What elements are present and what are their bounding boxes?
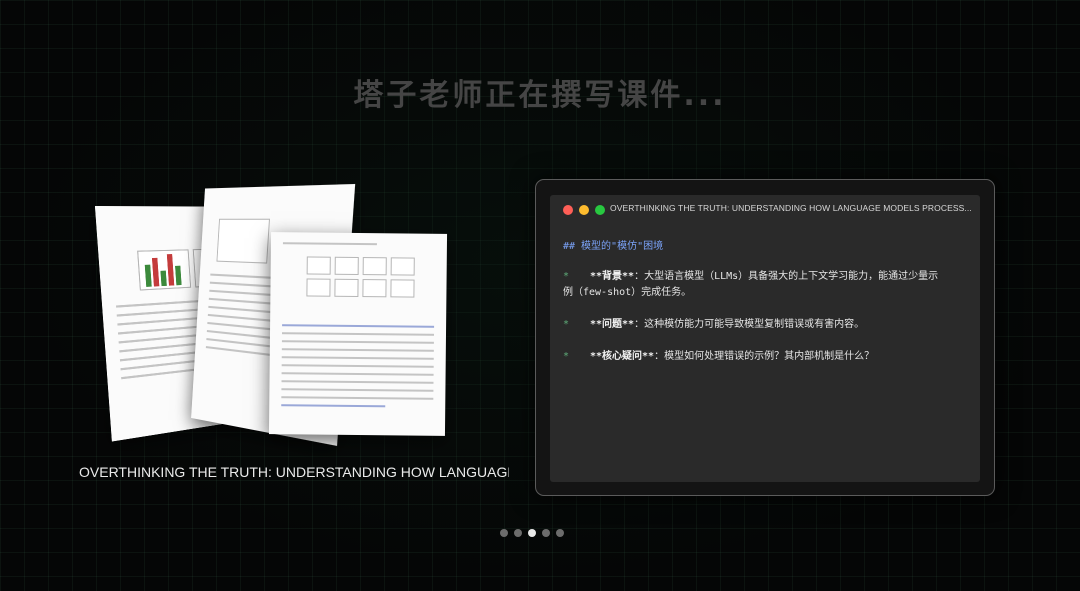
paper-subplot [335, 257, 359, 275]
maximize-window-icon[interactable] [595, 205, 605, 215]
editor-titlebar: OVERTHINKING THE TRUTH: UNDERSTANDING HO… [550, 195, 980, 223]
page-title: 塔子老师正在撰写课件... [0, 70, 1080, 114]
editor-window: OVERTHINKING THE TRUTH: UNDERSTANDING HO… [535, 179, 995, 496]
editor-file-name: OVERTHINKING THE TRUTH: UNDERSTANDING HO… [610, 203, 975, 213]
paper-subplot [390, 279, 414, 297]
page-dot-5[interactable] [556, 529, 564, 537]
paper-bar-chart [137, 249, 191, 290]
document-title: OVERTHINKING THE TRUTH: UNDERSTANDING HO… [79, 464, 509, 480]
paper-subplot [306, 278, 330, 296]
bullet-item: * **问题**：这种模仿能力可能导致模型复制错误或有害内容。 [563, 317, 973, 333]
page-dot-2[interactable] [514, 529, 522, 537]
bullet-key: **核心疑问** [590, 351, 654, 362]
bullet-marker: * [563, 349, 569, 365]
paper-subplot [362, 279, 386, 297]
close-window-icon[interactable] [563, 205, 573, 215]
paper-subplot [363, 257, 387, 275]
bullet-text: ：模型如何处理错误的示例？其内部机制是什么？ [654, 351, 874, 362]
markdown-content: ## 模型的"模仿"困境 * **背景**：大型语言模型（LLMs）具备强大的上… [563, 239, 973, 365]
bullet-key: **问题** [590, 319, 634, 330]
page-dot-4[interactable] [542, 529, 550, 537]
page-dot-3[interactable] [528, 529, 536, 537]
minimize-window-icon[interactable] [579, 205, 589, 215]
page-dot-1[interactable] [500, 529, 508, 537]
section-heading: ## 模型的"模仿"困境 [563, 239, 973, 255]
bullet-marker: * [563, 269, 569, 285]
paper-plot [216, 219, 270, 264]
paper-page-3 [269, 232, 447, 436]
document-preview[interactable] [100, 185, 460, 445]
bullet-item: * **背景**：大型语言模型（LLMs）具备强大的上下文学习能力，能通过少量示… [563, 269, 973, 301]
paper-subplot [334, 279, 358, 297]
bullet-key: **背景** [590, 271, 634, 282]
bullet-text: ：大型语言模型（LLMs）具备强大的上下文学习能力，能通过少量示 [634, 271, 938, 282]
paper-subplot [307, 256, 331, 274]
bullet-item: * **核心疑问**：模型如何处理错误的示例？其内部机制是什么？ [563, 349, 973, 365]
bullet-marker: * [563, 317, 569, 333]
editor-pane[interactable]: OVERTHINKING THE TRUTH: UNDERSTANDING HO… [550, 195, 980, 482]
bullet-wrap: 例（few-shot）完成任务。 [563, 285, 973, 301]
paper-subplot [391, 257, 415, 275]
bullet-text: ：这种模仿能力可能导致模型复制错误或有害内容。 [634, 319, 864, 330]
